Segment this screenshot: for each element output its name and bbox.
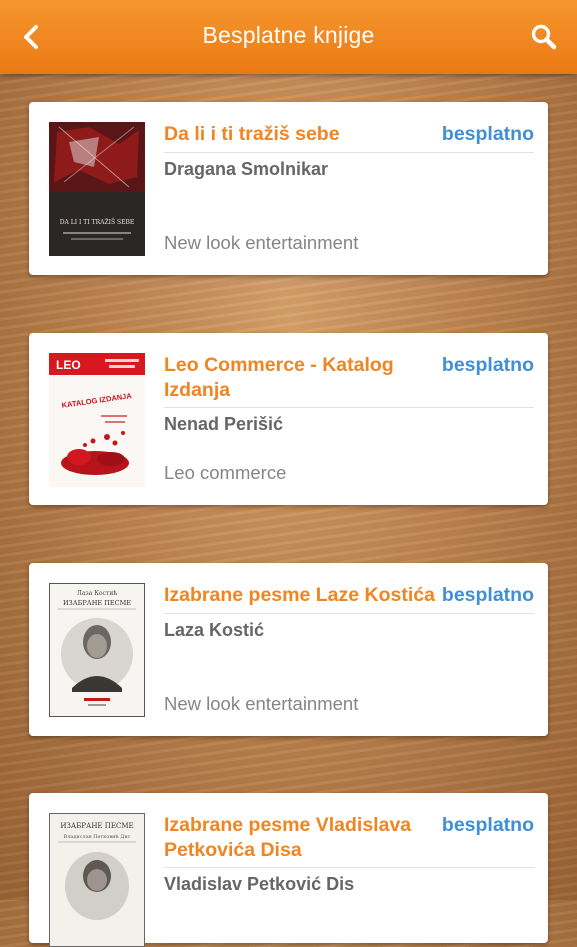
search-button[interactable] [527,20,561,54]
book-publisher: New look entertainment [164,693,359,714]
search-icon [531,24,557,50]
cover-author: Владислав Петковић Дис [64,833,131,840]
divider [164,152,534,153]
app-bar: Besplatne knjige [0,0,577,74]
book-title[interactable]: Leo Commerce - Katalog Izdanja [164,353,444,403]
book-cover: LEO KATALOG IZDANJA [49,353,145,487]
book-cover: DA LI I TI TRAŽIŠ SEBE [49,122,145,256]
book-card[interactable]: ИЗАБРАНЕ ПЕСМЕ Владислав Петковић Дис Iz… [29,793,548,947]
book-author: Laza Kostić [164,620,265,640]
book-cover: Лаза Костић ИЗАБРАНЕ ПЕСМЕ [49,583,145,717]
book-title[interactable]: Izabrane pesme Laze Kostića [164,583,444,608]
book-author: Nenad Perišić [164,414,284,434]
cover-logo: LEO [56,358,81,372]
book-card[interactable]: LEO KATALOG IZDANJA Leo Commerce - Katal… [29,333,548,505]
price-label: besplatno [441,123,534,145]
book-title[interactable]: Da li i ti tražiš sebe [164,122,444,147]
cover-title: ИЗАБРАНЕ ПЕСМЕ [60,822,133,830]
page-title: Besplatne knjige [202,22,375,48]
cover-author: Лаза Костић [77,590,117,597]
price-label: besplatno [441,814,534,836]
book-title[interactable]: Izabrane pesme Vladislava Petkovića Disa [164,813,444,863]
cover-title: ИЗАБРАНЕ ПЕСМЕ [63,599,131,607]
book-author: Vladislav Petković Dis [164,874,355,894]
book-publisher: New look entertainment [164,232,359,253]
divider [164,867,534,868]
book-cover: ИЗАБРАНЕ ПЕСМЕ Владислав Петковић Дис [49,813,145,947]
divider [164,407,534,408]
book-publisher: Leo commerce [164,462,287,483]
book-card[interactable]: DA LI I TI TRAŽIŠ SEBE Da li i ti tražiš… [29,102,548,275]
book-card[interactable]: Лаза Костић ИЗАБРАНЕ ПЕСМЕ Izabrane pesm… [29,563,548,736]
cover-title: DA LI I TI TRAŽIŠ SEBE [60,218,135,226]
divider [164,613,534,614]
price-label: besplatno [441,354,534,376]
book-author: Dragana Smolnikar [164,159,329,179]
price-label: besplatno [441,584,534,606]
